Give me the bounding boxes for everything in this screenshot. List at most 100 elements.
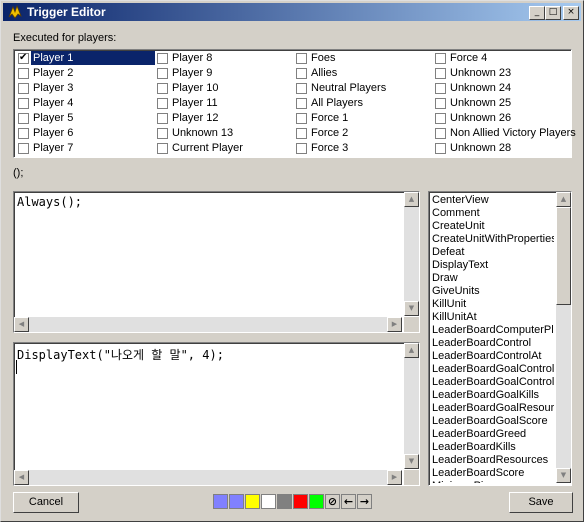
function-list-item[interactable]: LeaderBoardControlAt	[432, 350, 554, 363]
function-list-item[interactable]: LeaderBoardKills	[432, 441, 554, 454]
conditions-hscrollbar[interactable]: ◀ ▶	[14, 317, 402, 332]
scroll-up-icon[interactable]: ▲	[404, 343, 419, 358]
color-swatch[interactable]	[309, 494, 324, 509]
function-list-item[interactable]: LeaderBoardGoalResources	[432, 402, 554, 415]
function-list-vscrollbar[interactable]: ▲ ▼	[556, 192, 571, 483]
actions-vscrollbar[interactable]: ▲ ▼	[404, 343, 419, 469]
checkbox[interactable]	[157, 128, 168, 139]
checkbox[interactable]	[157, 98, 168, 109]
player-label: Player 4	[33, 97, 74, 109]
checkbox[interactable]	[18, 143, 29, 154]
minimize-button[interactable]: _	[529, 6, 545, 20]
checkbox[interactable]	[296, 53, 307, 64]
actions-editor[interactable]: DisplayText("나오게 할 말", 4); ▲ ▼ ◀ ▶	[13, 342, 420, 486]
player-label: Force 3	[311, 142, 349, 154]
checkbox[interactable]	[157, 113, 168, 124]
function-list-item[interactable]: LeaderBoardControl	[432, 337, 554, 350]
player-label: Current Player	[172, 142, 243, 154]
no-symbol-icon[interactable]: ⊘	[325, 494, 340, 509]
checkbox[interactable]	[157, 53, 168, 64]
scroll-left-icon[interactable]: ◀	[14, 470, 29, 485]
function-list-item[interactable]: LeaderBoardGoalKills	[432, 389, 554, 402]
function-list-item[interactable]: CenterView	[432, 194, 554, 207]
color-swatch[interactable]	[293, 494, 308, 509]
function-list-item[interactable]: KillUnit	[432, 298, 554, 311]
close-button[interactable]: ×	[563, 6, 579, 20]
checkbox[interactable]	[296, 128, 307, 139]
checkbox[interactable]: ✔	[18, 52, 29, 64]
color-swatch[interactable]	[277, 494, 292, 509]
scroll-thumb[interactable]	[556, 207, 571, 305]
checkbox[interactable]	[296, 113, 307, 124]
checkbox[interactable]	[18, 68, 29, 79]
player-label: Player 8	[172, 52, 213, 64]
conditions-vscrollbar[interactable]: ▲ ▼	[404, 192, 419, 316]
checkbox[interactable]	[157, 68, 168, 79]
scroll-corner	[404, 470, 419, 485]
arrow-right-icon[interactable]: →	[357, 494, 372, 509]
checkbox[interactable]	[296, 143, 307, 154]
conditions-editor[interactable]: Always(); ▲ ▼ ◀ ▶	[13, 191, 420, 333]
function-list-item[interactable]: LeaderBoardGreed	[432, 428, 554, 441]
checkbox[interactable]	[435, 68, 446, 79]
function-list-item[interactable]: Defeat	[432, 246, 554, 259]
color-swatch[interactable]	[245, 494, 260, 509]
function-list-item[interactable]: KillUnitAt	[432, 311, 554, 324]
checkbox[interactable]	[157, 143, 168, 154]
checkbox[interactable]	[435, 128, 446, 139]
scroll-right-icon[interactable]: ▶	[387, 470, 402, 485]
player-label: Unknown 25	[450, 97, 512, 109]
checkbox[interactable]	[435, 83, 446, 94]
function-list-item[interactable]: DisplayText	[432, 259, 554, 272]
scroll-up-icon[interactable]: ▲	[404, 192, 419, 207]
function-signature: ();	[13, 167, 24, 179]
color-swatch[interactable]	[261, 494, 276, 509]
cancel-button[interactable]: Cancel	[13, 492, 79, 513]
player-label: Player 7	[33, 142, 74, 154]
function-list[interactable]: CenterView Comment CreateUnit CreateUnitWit…	[428, 191, 572, 486]
checkbox[interactable]	[157, 83, 168, 94]
scroll-up-icon[interactable]: ▲	[556, 192, 571, 207]
player-label: Unknown 26	[450, 112, 512, 124]
save-button[interactable]: Save	[509, 492, 573, 513]
function-list-item[interactable]: LeaderBoardResources	[432, 454, 554, 467]
function-list-item[interactable]: MinimapPing	[432, 480, 554, 483]
function-list-item[interactable]: Draw	[432, 272, 554, 285]
checkbox[interactable]	[435, 143, 446, 154]
checkbox[interactable]	[296, 83, 307, 94]
title-bar[interactable]: Trigger Editor _ □ ×	[3, 3, 581, 21]
function-list-item[interactable]: CreateUnitWithProperties	[432, 233, 554, 246]
function-list-item[interactable]: LeaderBoardGoalControlAt	[432, 376, 554, 389]
player-label: Force 4	[450, 52, 488, 64]
scroll-down-icon[interactable]: ▼	[404, 454, 419, 469]
scroll-left-icon[interactable]: ◀	[14, 317, 29, 332]
arrow-left-icon[interactable]: ←	[341, 494, 356, 509]
scroll-down-icon[interactable]: ▼	[404, 301, 419, 316]
player-label: Force 1	[311, 112, 349, 124]
checkbox[interactable]	[18, 128, 29, 139]
scroll-right-icon[interactable]: ▶	[387, 317, 402, 332]
function-list-item[interactable]: LeaderBoardScore	[432, 467, 554, 480]
checkbox[interactable]	[435, 53, 446, 64]
function-list-item[interactable]: LeaderBoardGoalControl	[432, 363, 554, 376]
players-checklist: ✔ Player 1 Player 2 Player 3 Player 4 Player …	[13, 49, 576, 158]
color-swatch[interactable]	[213, 494, 228, 509]
actions-hscrollbar[interactable]: ◀ ▶	[14, 470, 402, 485]
checkbox[interactable]	[18, 98, 29, 109]
text-caret	[16, 360, 17, 374]
maximize-button[interactable]: □	[545, 6, 561, 20]
function-list-item[interactable]: Comment	[432, 207, 554, 220]
color-swatch[interactable]	[229, 494, 244, 509]
scroll-down-icon[interactable]: ▼	[556, 468, 571, 483]
checkbox[interactable]	[435, 98, 446, 109]
player-label: Allies	[311, 67, 338, 79]
function-list-item[interactable]: LeaderBoardComputerPlayers	[432, 324, 554, 337]
checkbox[interactable]	[18, 113, 29, 124]
checkbox[interactable]	[296, 68, 307, 79]
checkbox[interactable]	[18, 83, 29, 94]
checkbox[interactable]	[296, 98, 307, 109]
function-list-item[interactable]: CreateUnit	[432, 220, 554, 233]
function-list-item[interactable]: LeaderBoardGoalScore	[432, 415, 554, 428]
checkbox[interactable]	[435, 113, 446, 124]
function-list-item[interactable]: GiveUnits	[432, 285, 554, 298]
